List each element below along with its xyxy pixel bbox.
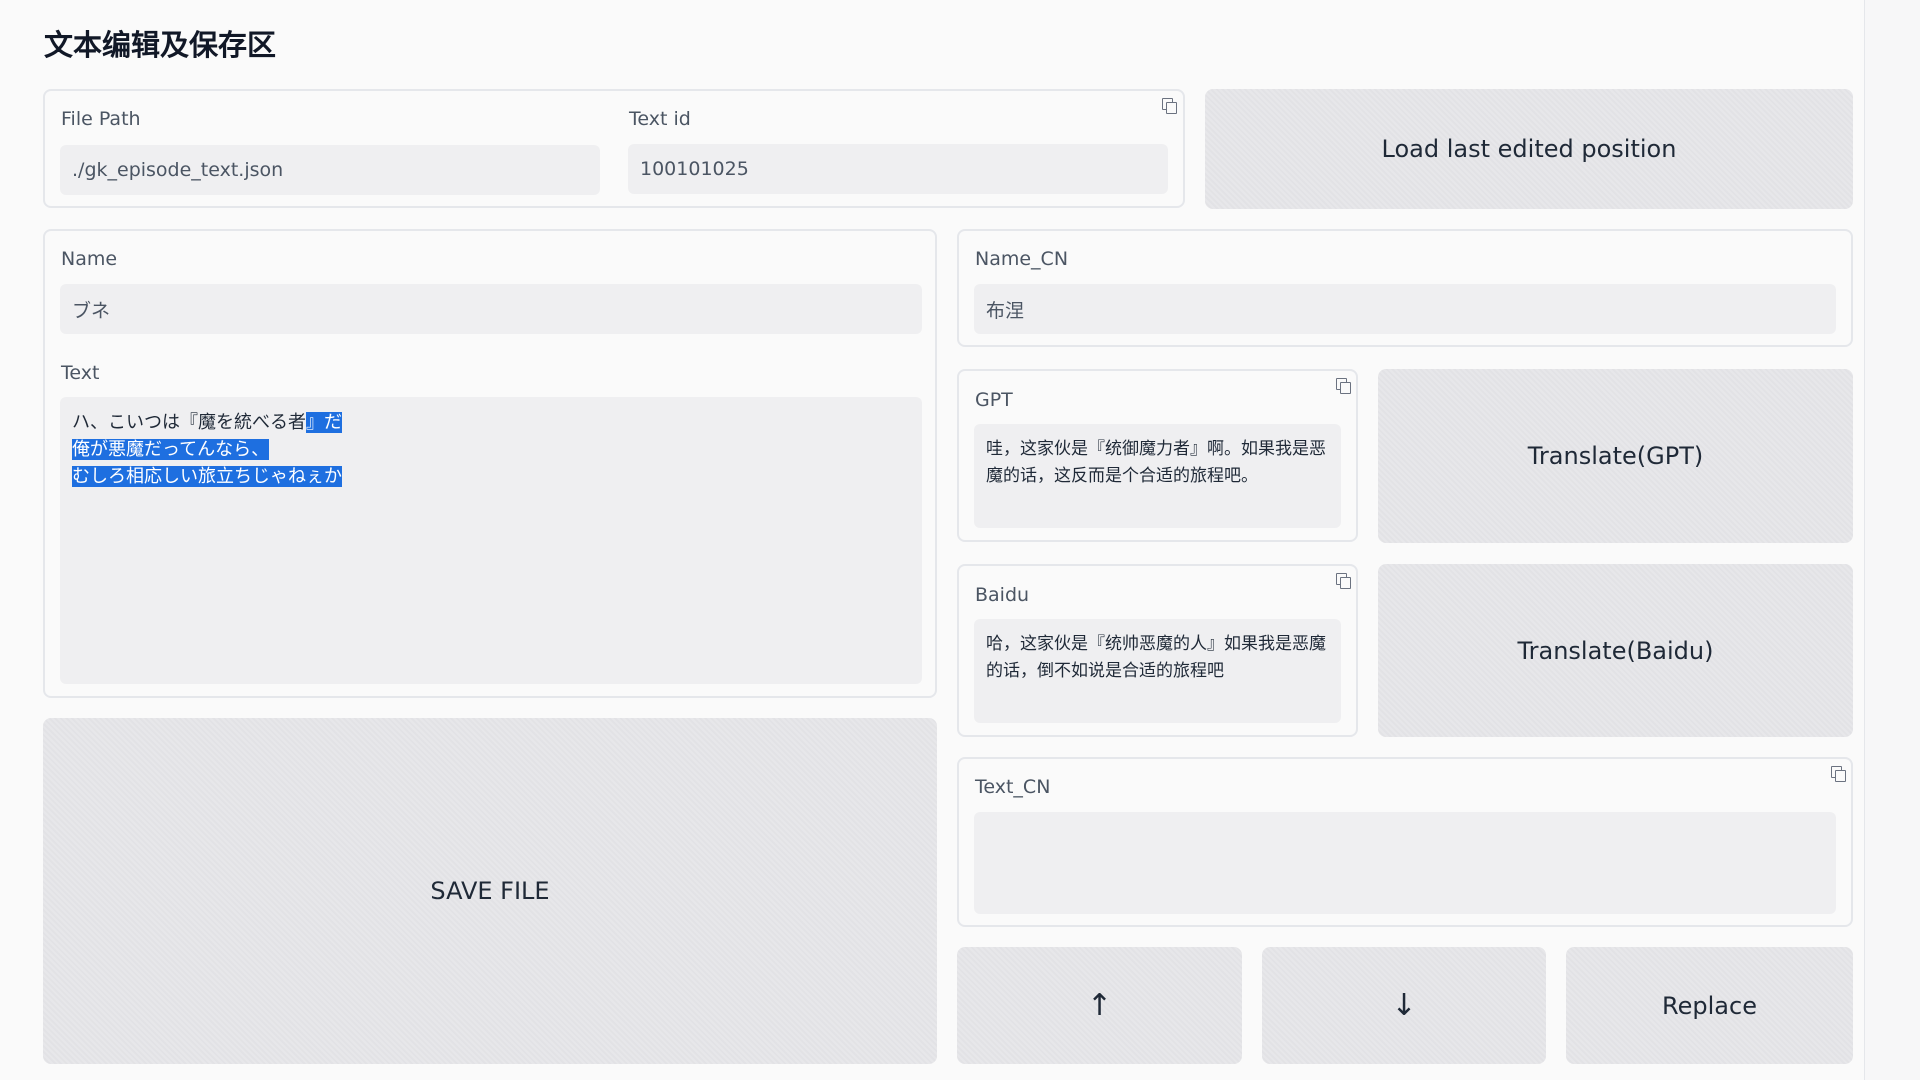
text-input[interactable]: ハ、こいつは『魔を統べる者』だ 俺が悪魔だってんなら、 むしろ相応しい旅立ちじゃ… <box>60 397 922 684</box>
copy-icon[interactable] <box>1831 766 1846 782</box>
text-cn-label: Text_CN <box>975 776 1051 798</box>
name-label: Name <box>61 248 118 270</box>
load-last-position-button[interactable]: Load last edited position <box>1205 89 1853 209</box>
text-line-1-plain: ハ、こいつは『魔を統べる者 <box>72 412 306 433</box>
translate-baidu-button[interactable]: Translate(Baidu) <box>1378 564 1853 737</box>
text-line-1-selection: 』だ <box>306 412 342 433</box>
text-line-2: 俺が悪魔だってんなら、 <box>72 436 910 463</box>
save-file-button[interactable]: SAVE FILE <box>43 718 937 1064</box>
name-cn-panel: Name_CN 布涅 <box>957 229 1853 347</box>
file-path-input[interactable]: ./gk_episode_text.json <box>60 145 600 195</box>
copy-icon[interactable] <box>1336 573 1351 589</box>
copy-icon[interactable] <box>1162 98 1177 114</box>
name-cn-input[interactable]: 布涅 <box>974 284 1836 334</box>
gpt-panel: GPT 哇，这家伙是『统御魔力者』啊。如果我是恶魔的话，这反而是个合适的旅程吧。 <box>957 369 1358 542</box>
translate-gpt-button[interactable]: Translate(GPT) <box>1378 369 1853 543</box>
text-line-1: ハ、こいつは『魔を統べる者』だ <box>72 409 910 436</box>
baidu-output[interactable]: 哈，这家伙是『统帅恶魔的人』如果我是恶魔的话，倒不如说是合适的旅程吧 <box>974 619 1341 723</box>
text-line-3: むしろ相応しい旅立ちじゃねぇか <box>72 463 910 490</box>
baidu-panel: Baidu 哈，这家伙是『统帅恶魔的人』如果我是恶魔的话，倒不如说是合适的旅程吧 <box>957 564 1358 737</box>
copy-icon[interactable] <box>1336 378 1351 394</box>
gpt-label: GPT <box>975 389 1013 411</box>
replace-button[interactable]: Replace <box>1566 947 1853 1064</box>
gpt-output[interactable]: 哇，这家伙是『统御魔力者』啊。如果我是恶魔的话，这反而是个合适的旅程吧。 <box>974 424 1341 528</box>
previous-button[interactable]: ↑ <box>957 947 1242 1064</box>
text-id-input[interactable]: 100101025 <box>628 144 1168 194</box>
source-editor-panel: Name ブネ Text ハ、こいつは『魔を統べる者』だ 俺が悪魔だってんなら、… <box>43 229 937 698</box>
baidu-label: Baidu <box>975 584 1030 606</box>
text-label: Text <box>61 362 100 384</box>
text-line-3-selection: むしろ相応しい旅立ちじゃねぇか <box>72 466 342 487</box>
text-id-label: Text id <box>629 108 691 130</box>
file-info-panel: File Path ./gk_episode_text.json Text id… <box>43 89 1185 208</box>
app-window: 文本编辑及保存区 File Path ./gk_episode_text.jso… <box>0 0 1865 1080</box>
page-title: 文本编辑及保存区 <box>44 28 277 62</box>
text-cn-input[interactable] <box>974 812 1836 914</box>
file-path-label: File Path <box>61 108 141 130</box>
text-line-2-selection: 俺が悪魔だってんなら、 <box>72 439 270 460</box>
name-input[interactable]: ブネ <box>60 284 922 334</box>
name-cn-label: Name_CN <box>975 248 1069 270</box>
next-button[interactable]: ↓ <box>1262 947 1546 1064</box>
text-cn-panel: Text_CN <box>957 757 1853 927</box>
